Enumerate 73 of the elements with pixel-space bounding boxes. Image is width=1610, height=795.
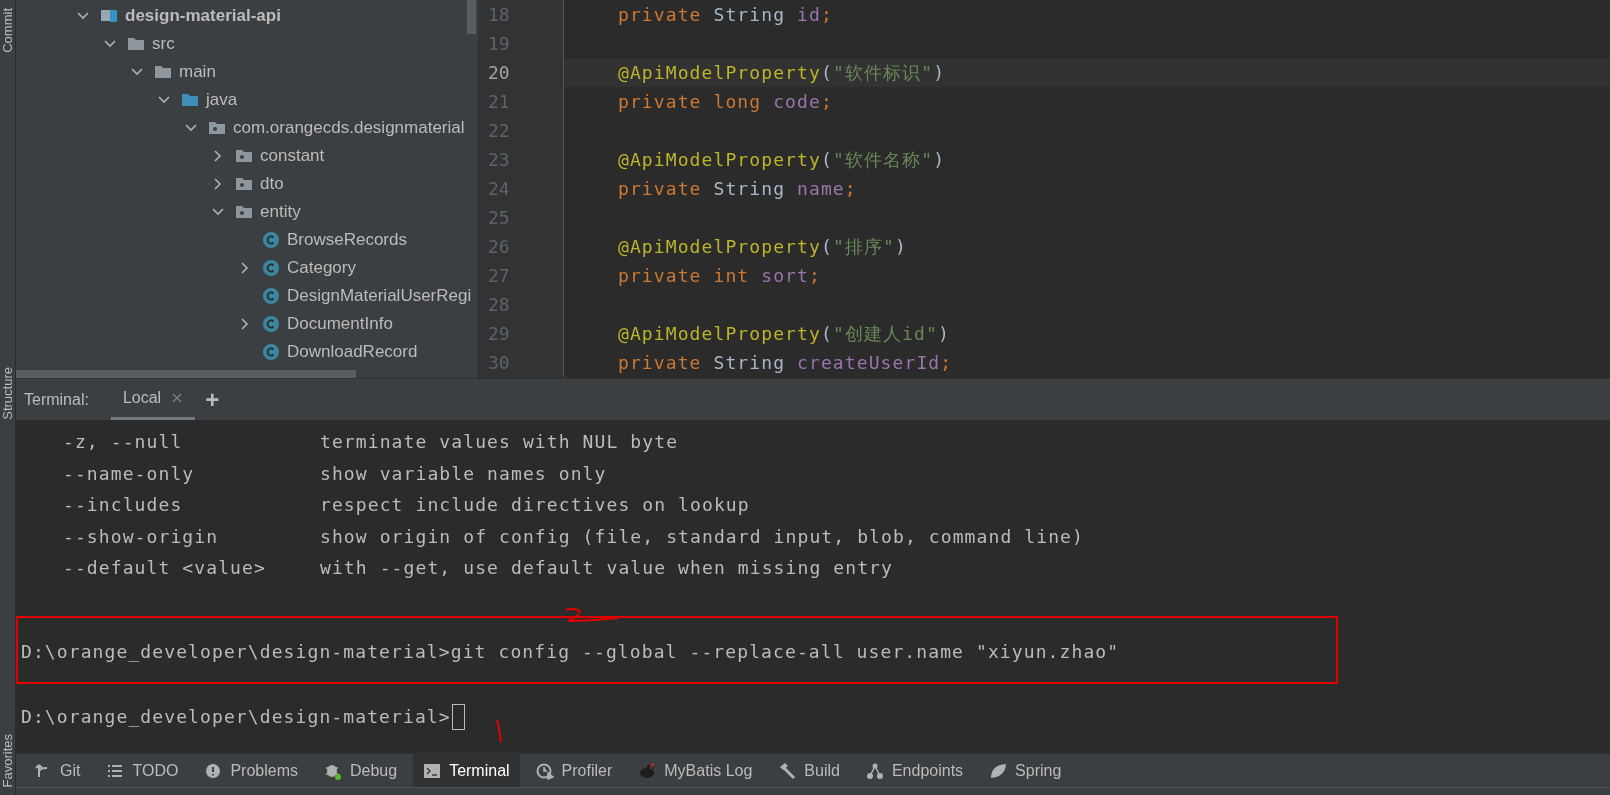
endpoints-icon [865, 761, 884, 780]
tree-item[interactable]: java [206, 87, 238, 113]
option-name: --name-only [62, 461, 196, 486]
vertical-scrollbar [467, 0, 476, 34]
tool-window-tab[interactable]: MyBatis Log [628, 754, 763, 787]
class-icon [262, 287, 280, 305]
exclamation-icon [204, 761, 223, 780]
folder-icon [181, 91, 199, 109]
tree-item[interactable]: entity [260, 199, 301, 225]
tree-item[interactable]: com.orangecds.designmaterial [233, 115, 465, 141]
tool-window-tab[interactable]: Git [24, 754, 91, 787]
tool-window-tab[interactable]: Endpoints [855, 754, 974, 787]
class-icon [262, 231, 280, 249]
class-icon [262, 315, 280, 333]
module-icon [100, 7, 118, 25]
class-icon [262, 343, 280, 361]
tool-window-tab[interactable]: Favorites [0, 733, 18, 787]
option-description: with --get, use default value when missing entry [320, 556, 893, 581]
tree-item[interactable]: constant [260, 143, 325, 169]
code-line: private long code; [617, 90, 833, 114]
option-name: -z, --null [62, 430, 184, 455]
leaf-icon [989, 761, 1008, 780]
tree-item[interactable]: BrowseRecords [287, 227, 407, 253]
code-line: @ApiModelProperty("软件名称") [617, 148, 946, 172]
terminal-title: Terminal: [24, 389, 89, 410]
clock-icon [535, 761, 554, 780]
option-name: --includes [62, 493, 184, 518]
tool-window-tab[interactable]: Commit [0, 8, 18, 53]
add-tab-button[interactable]: + [205, 387, 220, 412]
code-line: private String createUserId; [617, 351, 953, 375]
tree-item[interactable]: DesignMaterialUserRegi [287, 283, 472, 309]
terminal-icon [423, 761, 442, 780]
option-description: terminate values with NUL byte [320, 430, 679, 455]
tree-item[interactable]: main [179, 59, 216, 85]
tree-item[interactable]: src [152, 31, 175, 57]
tool-window-tab[interactable]: Structure [0, 366, 18, 420]
prompt: D:\orange_developer\design-material> [21, 705, 451, 730]
code-line: @ApiModelProperty("排序") [617, 235, 907, 259]
handwritten-mark [495, 718, 505, 744]
tree-item[interactable]: dto [260, 171, 284, 197]
bird-icon [638, 761, 657, 780]
hammer-icon [778, 761, 797, 780]
close-icon [171, 392, 184, 404]
package-folder-icon [235, 175, 253, 193]
tree-item[interactable]: design-material-api [125, 3, 281, 29]
tree-item[interactable]: DownloadRecord [287, 339, 418, 365]
code-line: private String id; [617, 3, 833, 27]
folder-icon [127, 35, 145, 53]
tool-window-tab[interactable]: TODO [96, 754, 189, 787]
tree-item[interactable]: Category [287, 255, 356, 281]
package-folder-icon [235, 147, 253, 165]
folder-icon [154, 63, 172, 81]
text-cursor [451, 703, 465, 730]
package-folder-icon [235, 203, 253, 221]
command-line: D:\orange_developer\design-material>git config --global --replace-all user.name "xiyun.zhao" [20, 639, 1121, 664]
tool-window-tab[interactable]: Build [768, 754, 850, 787]
tool-window-tab[interactable]: Profiler [525, 754, 623, 787]
option-description: show origin of config (file, standard input, blob, command line) [320, 524, 1084, 549]
option-description: respect include directives on lookup [320, 493, 750, 518]
package-folder-icon [208, 119, 226, 137]
option-description: show variable names only [320, 461, 607, 486]
code-line: private String name; [617, 177, 857, 201]
option-name: --show-origin [62, 524, 220, 549]
tool-window-tab[interactable]: Problems [194, 754, 308, 787]
code-line: private int sort; [617, 264, 821, 288]
option-name: --default <value> [62, 556, 267, 581]
tool-window-tab[interactable]: Debug [313, 754, 408, 787]
tool-window-tab[interactable]: Terminal [413, 754, 520, 787]
tool-window-tab[interactable]: Spring [979, 754, 1072, 787]
class-icon [262, 259, 280, 277]
code-line: @ApiModelProperty("软件标识") [617, 61, 946, 85]
code-line: @ApiModelProperty("创建人id") [617, 322, 950, 346]
tree-item[interactable]: DocumentInfo [287, 311, 393, 337]
